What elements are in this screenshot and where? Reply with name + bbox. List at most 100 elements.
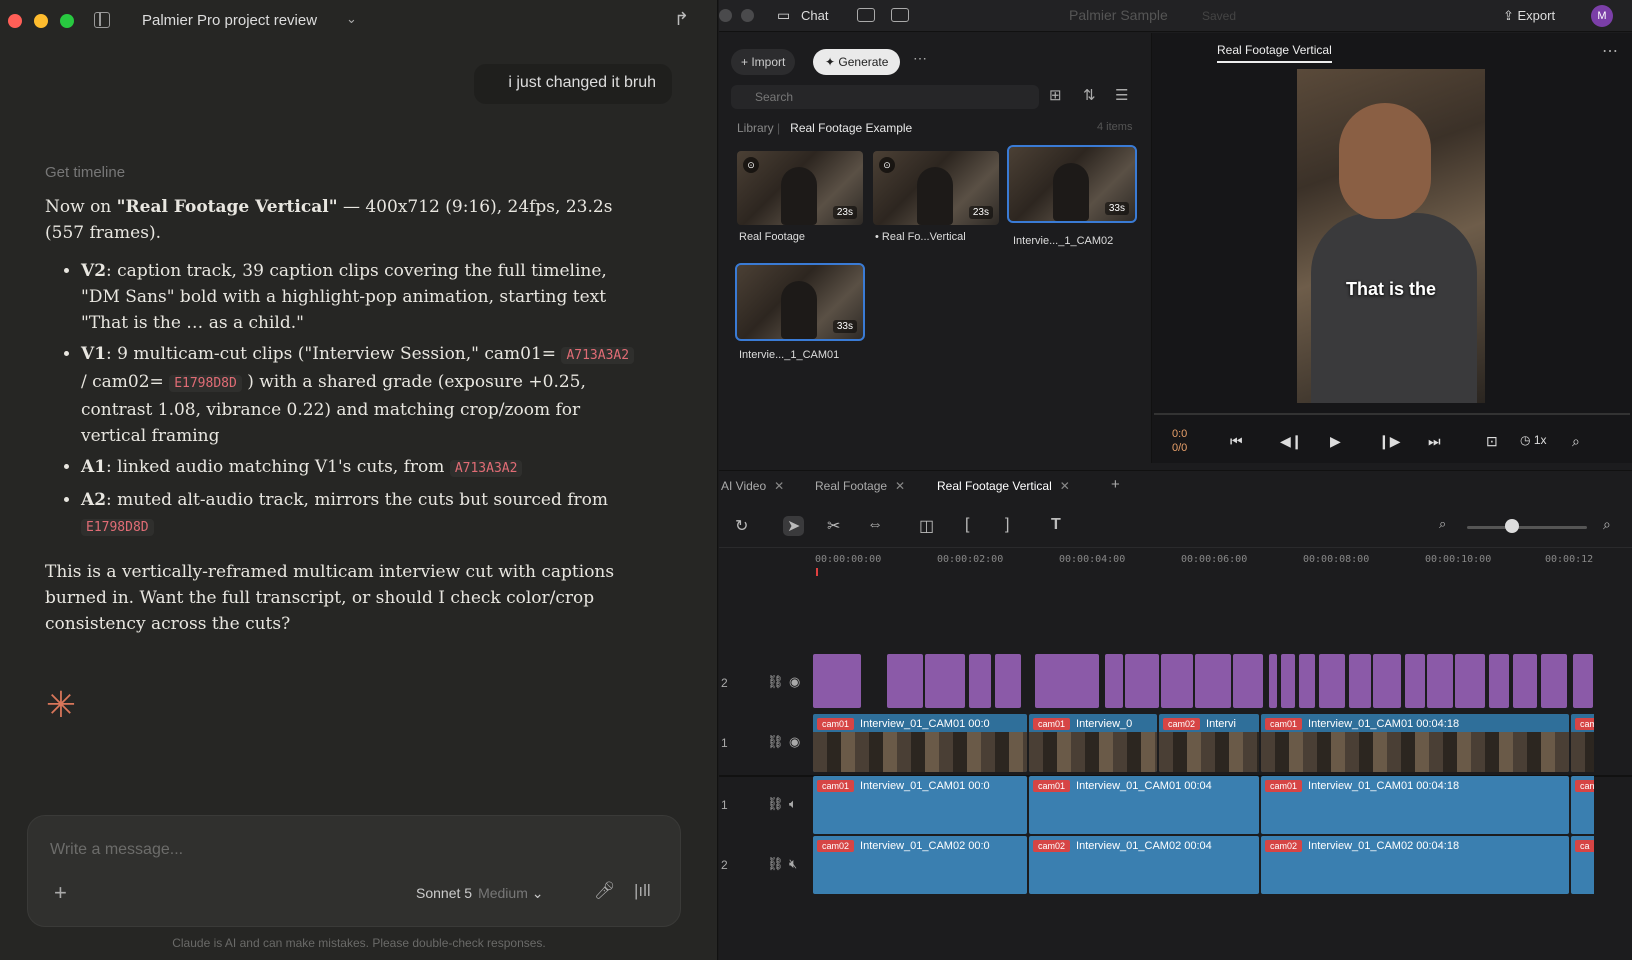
caption-clip[interactable]: [813, 654, 861, 708]
audio-clip[interactable]: cam02 Interview_01_CAM02 00:04:18: [1261, 836, 1569, 894]
media-item[interactable]: ⊙ 23s: [737, 151, 863, 225]
camera-icon[interactable]: ⊡: [1486, 433, 1498, 450]
slip-tool-icon[interactable]: ⇔: [867, 516, 883, 534]
add-attachment-icon[interactable]: +: [54, 880, 67, 906]
preview-tab[interactable]: Real Footage Vertical: [1217, 43, 1332, 63]
close-window-button[interactable]: [8, 14, 22, 28]
caption-clip[interactable]: [1195, 654, 1231, 708]
media-item[interactable]: ⊙ 23s: [873, 151, 999, 225]
export-button[interactable]: ⇪ Export: [1503, 8, 1555, 24]
muted-speaker-icon[interactable]: 🔇︎: [789, 856, 797, 872]
voice-mode-icon[interactable]: |ıll: [634, 881, 651, 901]
video-clip[interactable]: cam02 Intervi: [1159, 714, 1259, 772]
caption-clip[interactable]: [887, 654, 923, 708]
caption-clip[interactable]: [1373, 654, 1401, 708]
import-button[interactable]: + Import: [731, 49, 796, 75]
caption-clip[interactable]: [1573, 654, 1593, 708]
close-icon[interactable]: ✕: [774, 479, 784, 493]
playhead[interactable]: [816, 568, 818, 576]
caption-clip[interactable]: [1233, 654, 1263, 708]
zoom-slider-handle[interactable]: [1505, 519, 1519, 533]
video-clip[interactable]: cam01 Interview_01_CAM01 00:0: [813, 714, 1027, 772]
zoom-in-icon[interactable]: ⌕: [1603, 516, 1611, 533]
caption-clip[interactable]: [1427, 654, 1453, 708]
eye-icon[interactable]: ◉: [789, 674, 800, 690]
link-icon[interactable]: ⛓: [767, 734, 784, 750]
audio-clip[interactable]: can: [1571, 776, 1594, 834]
more-icon[interactable]: ⋯: [913, 50, 927, 67]
caption-clip[interactable]: [1405, 654, 1425, 708]
split-icon[interactable]: ◫: [919, 516, 934, 536]
tab-ai-video[interactable]: AI Video ✕: [721, 479, 784, 493]
chat-toggle[interactable]: Chat: [801, 8, 828, 23]
caption-clip[interactable]: [1299, 654, 1315, 708]
razor-tool-icon[interactable]: ✂: [827, 516, 840, 536]
more-icon[interactable]: ⋯: [1602, 41, 1618, 61]
caption-clip[interactable]: [1105, 654, 1123, 708]
generate-button[interactable]: ✦ Generate: [813, 49, 901, 75]
caption-clip[interactable]: [1035, 654, 1099, 708]
message-input[interactable]: [50, 838, 650, 862]
minimize-window-button[interactable]: [34, 14, 48, 28]
caption-clip[interactable]: [1281, 654, 1295, 708]
play-icon[interactable]: ▶: [1330, 433, 1341, 450]
step-back-icon[interactable]: ◀❙: [1280, 433, 1303, 450]
sort-icon[interactable]: ⇅: [1083, 86, 1096, 104]
audio-clip[interactable]: cam01 Interview_01_CAM01 00:04: [1029, 776, 1259, 834]
caption-clip[interactable]: [969, 654, 991, 708]
search-input[interactable]: [731, 85, 1039, 109]
caption-clip[interactable]: [1319, 654, 1345, 708]
audio-clip[interactable]: cam02 Interview_01_CAM02 00:0: [813, 836, 1027, 894]
zoom-out-icon[interactable]: ⌕: [1439, 516, 1446, 532]
close-icon[interactable]: ✕: [895, 479, 905, 493]
window-dot[interactable]: [719, 9, 732, 22]
panel-icon[interactable]: [891, 8, 909, 22]
layout-icon[interactable]: [857, 8, 875, 22]
grid-view-icon[interactable]: ⊞: [1049, 86, 1062, 104]
caption-clip[interactable]: [925, 654, 965, 708]
select-tool-icon[interactable]: ➤: [783, 516, 805, 536]
step-forward-icon[interactable]: ❙▶: [1378, 433, 1401, 450]
add-tab-icon[interactable]: +: [1111, 476, 1120, 493]
eye-icon[interactable]: ◉: [789, 734, 800, 750]
caption-clip[interactable]: [1541, 654, 1567, 708]
caption-clip[interactable]: [995, 654, 1021, 708]
chevron-down-icon[interactable]: ⌄: [346, 11, 357, 27]
project-title[interactable]: Palmier Pro project review: [142, 12, 317, 29]
zoom-slider[interactable]: [1467, 526, 1587, 529]
mark-out-icon[interactable]: ]: [1005, 516, 1009, 534]
link-icon[interactable]: ⛓: [767, 674, 784, 690]
breadcrumb-root[interactable]: Library: [737, 121, 774, 135]
audio-clip[interactable]: cam01 Interview_01_CAM01 00:04:18: [1261, 776, 1569, 834]
link-icon[interactable]: ⛓: [767, 796, 784, 812]
time-ruler[interactable]: 00:00:00:00 00:00:02:00 00:00:04:00 00:0…: [719, 550, 1632, 574]
video-clip[interactable]: cam01 Interview_01_CAM01 00:04:18: [1261, 714, 1569, 772]
link-icon[interactable]: ⛓: [767, 856, 784, 872]
text-tool-icon[interactable]: T: [1051, 516, 1061, 534]
mark-in-icon[interactable]: [: [965, 516, 969, 534]
close-icon[interactable]: ✕: [1060, 479, 1070, 493]
window-dot[interactable]: [741, 9, 754, 22]
scrub-bar[interactable]: [1154, 413, 1630, 415]
media-item[interactable]: 33s: [735, 263, 865, 341]
audio-clip[interactable]: ca: [1571, 836, 1594, 894]
caption-clip[interactable]: [1489, 654, 1509, 708]
zoom-icon[interactable]: ⌕: [1572, 433, 1580, 450]
caption-clip[interactable]: [1269, 654, 1277, 708]
audio-clip[interactable]: cam02 Interview_01_CAM02 00:04: [1029, 836, 1259, 894]
filter-icon[interactable]: ☰: [1115, 86, 1128, 104]
video-clip[interactable]: cam: [1571, 714, 1594, 772]
maximize-window-button[interactable]: [60, 14, 74, 28]
share-icon[interactable]: ↱: [674, 9, 689, 30]
skip-start-icon[interactable]: ⏮: [1230, 433, 1243, 450]
speaker-icon[interactable]: 🔈︎: [789, 796, 797, 812]
audio-clip[interactable]: cam01 Interview_01_CAM01 00:0: [813, 776, 1027, 834]
model-selector[interactable]: Sonnet 5 Medium ⌄: [416, 885, 543, 902]
redo-icon[interactable]: ↻: [735, 516, 748, 536]
sidebar-toggle-icon[interactable]: [94, 12, 110, 28]
tab-real-footage-vertical[interactable]: Real Footage Vertical ✕: [937, 479, 1070, 493]
caption-clip[interactable]: [1455, 654, 1485, 708]
caption-clip[interactable]: [1161, 654, 1193, 708]
caption-clip[interactable]: [1125, 654, 1159, 708]
tool-call-label[interactable]: Get timeline: [45, 164, 125, 181]
